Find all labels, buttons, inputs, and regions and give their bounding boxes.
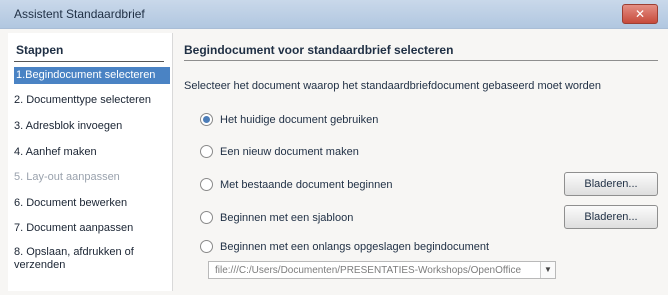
radio-start-from-template[interactable] xyxy=(200,211,213,224)
recent-document-value: file:///C:/Users/Documenten/PRESENTATIES… xyxy=(215,265,522,276)
window-title: Assistent Standaardbrief xyxy=(14,7,145,21)
option-label: Met bestaande document beginnen xyxy=(220,178,393,191)
option-recent-starting-document[interactable]: Beginnen met een onlangs opgeslagen begi… xyxy=(200,240,489,253)
step-3-insert-address-block[interactable]: 3. Adresblok invoegen xyxy=(14,120,168,133)
page-title: Begindocument voor standaardbrief select… xyxy=(184,43,454,57)
radio-use-current-document[interactable] xyxy=(200,113,213,126)
recent-document-select[interactable]: file:///C:/Users/Documenten/PRESENTATIES… xyxy=(208,261,556,279)
chevron-down-icon[interactable]: ▼ xyxy=(540,262,555,278)
mail-merge-wizard-window: Assistent Standaardbrief ✕ Stappen 1.Beg… xyxy=(0,0,668,295)
step-2-select-document-type[interactable]: 2. Documenttype selecteren xyxy=(14,94,168,107)
option-label: Het huidige document gebruiken xyxy=(220,113,379,126)
radio-start-from-existing-document[interactable] xyxy=(200,178,213,191)
step-4-create-salutation[interactable]: 4. Aanhef maken xyxy=(14,146,168,159)
steps-header: Stappen xyxy=(16,43,64,57)
option-start-from-template[interactable]: Beginnen met een sjabloon xyxy=(200,211,353,224)
option-start-from-existing-document[interactable]: Met bestaande document beginnen xyxy=(200,178,392,191)
close-button[interactable]: ✕ xyxy=(622,4,658,24)
title-bar: Assistent Standaardbrief ✕ xyxy=(0,0,668,29)
option-label: Een nieuw document maken xyxy=(220,145,359,158)
close-icon: ✕ xyxy=(634,7,646,21)
steps-sidebar: Stappen 1.Begindocument selecteren 2. Do… xyxy=(8,33,173,291)
radio-recent-starting-document[interactable] xyxy=(200,240,213,253)
browse-template-button[interactable]: Bladeren... xyxy=(564,205,658,229)
radio-create-new-document[interactable] xyxy=(200,145,213,158)
step-1-select-starting-document[interactable]: 1.Begindocument selecteren xyxy=(14,67,170,84)
instruction-text: Selecteer het document waarop het standa… xyxy=(184,80,602,92)
step-8-save-print-send[interactable]: 8. Opslaan, afdrukken of verzenden xyxy=(14,246,168,272)
step-5-adjust-layout: 5. Lay-out aanpassen xyxy=(14,171,120,183)
main-panel: Begindocument voor standaardbrief select… xyxy=(172,33,660,291)
option-label: Beginnen met een onlangs opgeslagen begi… xyxy=(220,240,490,253)
option-use-current-document[interactable]: Het huidige document gebruiken xyxy=(200,113,378,126)
step-6-edit-document[interactable]: 6. Document bewerken xyxy=(14,197,168,210)
option-label: Beginnen met een sjabloon xyxy=(220,211,354,224)
step-7-personalize-document[interactable]: 7. Document aanpassen xyxy=(14,222,168,235)
browse-existing-button[interactable]: Bladeren... xyxy=(564,172,658,196)
option-create-new-document[interactable]: Een nieuw document maken xyxy=(200,145,359,158)
steps-divider xyxy=(14,61,164,62)
title-divider xyxy=(184,60,658,61)
